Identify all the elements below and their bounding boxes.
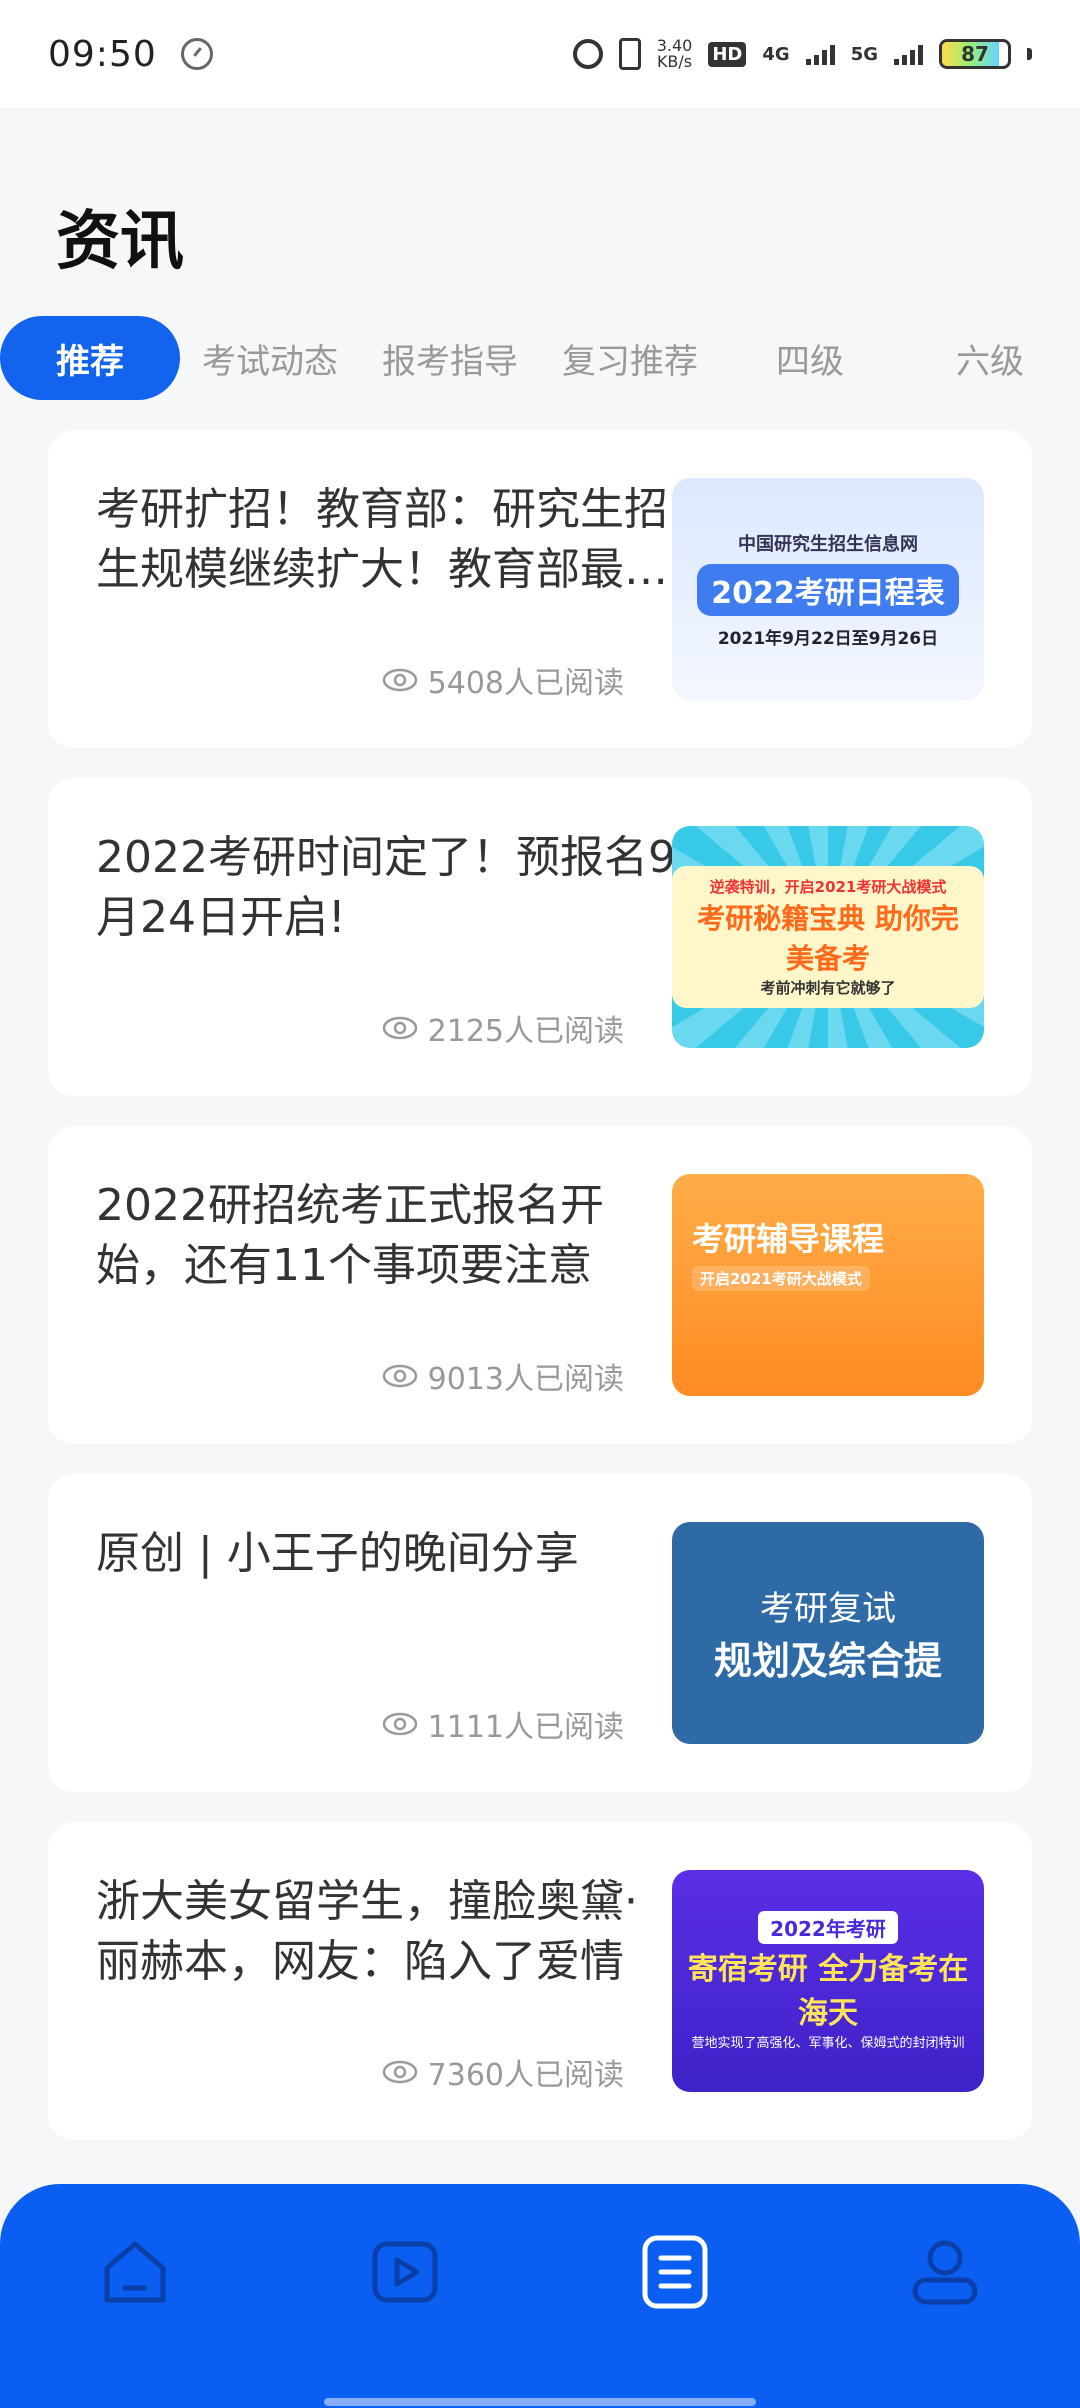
tab-exam-news[interactable]: 考试动态	[180, 316, 360, 400]
signal-bars-icon	[894, 43, 923, 65]
article-thumbnail: 2022年考研 寄宿考研 全力备考在海天 营地实现了高强化、军事化、保姆式的封闭…	[672, 1870, 984, 2092]
thumbnail-caption: 2022年考研	[758, 1911, 898, 1944]
news-icon	[642, 2235, 708, 2309]
article-views: 7360人已阅读	[382, 2050, 624, 2094]
thumbnail-subtext: 考前冲刺有它就够了	[760, 979, 896, 997]
article-views: 1111人已阅读	[382, 1702, 624, 1746]
thumbnail-headline: 2022考研日程表	[697, 563, 959, 616]
eye-icon	[382, 1712, 417, 1736]
thumbnail-headline: 考研辅导课程	[692, 1220, 885, 1258]
eye-icon	[382, 1364, 417, 1388]
article-views: 5408人已阅读	[382, 658, 624, 702]
article-card[interactable]: 2022考研时间定了！预报名9月24日开启! 2125人已阅读 逆袭特训，开启2…	[48, 778, 1032, 1096]
signal-bars-icon	[805, 43, 835, 65]
thumbnail-subtext: 2021年9月22日至9月26日	[717, 628, 939, 649]
nav-video[interactable]	[365, 2232, 445, 2312]
tab-review-recommend[interactable]: 复习推荐	[540, 316, 720, 400]
article-views: 9013人已阅读	[382, 1354, 624, 1398]
network-4g-label: 4G	[762, 43, 790, 65]
vibrate-icon	[618, 38, 641, 70]
article-views-text: 7360人已阅读	[427, 2058, 624, 2093]
article-card[interactable]: 原创 | 小王子的晚间分享 1111人已阅读 考研复试 规划及综合提	[48, 1474, 1032, 1792]
article-views-text: 5408人已阅读	[427, 666, 624, 701]
article-views-text: 1111人已阅读	[427, 1710, 624, 1745]
article-title: 2022研招统考正式报名开始，还有11个事项要注意	[96, 1180, 604, 1291]
network-speed: 3.40 KB/s	[657, 38, 693, 70]
thumbnail-headline: 寄宿考研 全力备考在海天	[687, 1952, 969, 2031]
nav-profile[interactable]	[905, 2232, 985, 2312]
network-speed-unit: KB/s	[656, 52, 693, 71]
thumbnail-box: 逆袭特训，开启2021考研大战模式 考研秘籍宝典 助你完美备考 考前冲刺有它就够…	[672, 866, 984, 1008]
thumbnail-headline: 考研秘籍宝典 助你完美备考	[697, 902, 959, 975]
thumbnail-subtext: 营地实现了高强化、军事化、保姆式的封闭特训	[691, 2036, 965, 2051]
nav-home[interactable]	[95, 2232, 175, 2312]
thumbnail-caption: 逆袭特训，开启2021考研大战模式	[709, 878, 947, 896]
article-card[interactable]: 浙大美女留学生，撞脸奥黛·丽赫本，网友：陷入了爱情 7360人已阅读 2022年…	[48, 1822, 1032, 2140]
article-views-text: 2125人已阅读	[427, 1014, 624, 1049]
thumbnail-caption: 考研复试	[760, 1589, 896, 1629]
battery-icon: 87	[939, 39, 1011, 69]
article-thumbnail: 中国研究生招生信息网 2022考研日程表 2021年9月22日至9月26日	[672, 478, 984, 700]
category-tabs: 推荐 考试动态 报考指导 复习推荐 四级 六级	[0, 316, 1080, 400]
alarm-icon	[572, 39, 603, 69]
eye-icon	[382, 668, 417, 692]
article-title: 2022考研时间定了！预报名9月24日开启!	[96, 832, 676, 943]
video-icon	[372, 2241, 438, 2303]
thumbnail-caption: 开启2021考研大战模式	[692, 1266, 870, 1291]
tab-cet6[interactable]: 六级	[900, 316, 1080, 400]
tab-recommend[interactable]: 推荐	[0, 316, 180, 400]
article-thumbnail: 考研复试 规划及综合提	[672, 1522, 984, 1744]
thumbnail-headline: 规划及综合提	[713, 1639, 942, 1683]
eye-icon	[382, 2060, 417, 2084]
status-bar: 09:50 3.40 KB/s HD 4G 5G 87	[0, 0, 1080, 108]
article-title: 原创 | 小王子的晚间分享	[96, 1528, 579, 1579]
status-left: 09:50	[48, 34, 213, 75]
timer-icon	[180, 38, 213, 70]
article-thumbnail: 考研辅导课程 开启2021考研大战模式	[672, 1174, 984, 1396]
page-title: 资讯	[56, 205, 184, 279]
article-title: 考研扩招！教育部：研究生招生规模继续扩大！教育部最新通知	[96, 484, 668, 595]
article-views: 2125人已阅读	[382, 1006, 624, 1050]
article-card[interactable]: 考研扩招！教育部：研究生招生规模继续扩大！教育部最新通知 5408人已阅读 中国…	[48, 430, 1032, 748]
profile-icon	[912, 2240, 978, 2305]
battery-percent: 87	[961, 42, 989, 66]
network-5g-label: 5G	[850, 43, 878, 65]
tab-application-guide[interactable]: 报考指导	[360, 316, 540, 400]
home-indicator[interactable]	[324, 2398, 756, 2406]
article-card[interactable]: 2022研招统考正式报名开始，还有11个事项要注意 9013人已阅读 考研辅导课…	[48, 1126, 1032, 1444]
status-time: 09:50	[48, 33, 157, 75]
hd-badge: HD	[708, 41, 747, 67]
battery-cap	[1027, 48, 1032, 60]
tab-cet4[interactable]: 四级	[720, 316, 900, 400]
nav-news[interactable]	[635, 2232, 715, 2312]
home-icon	[104, 2241, 166, 2303]
bottom-navigation	[0, 2184, 1080, 2408]
thumbnail-caption: 中国研究生招生信息网	[738, 533, 918, 555]
article-title: 浙大美女留学生，撞脸奥黛·丽赫本，网友：陷入了爱情	[96, 1876, 638, 1987]
article-views-text: 9013人已阅读	[427, 1362, 624, 1397]
status-right: 3.40 KB/s HD 4G 5G 87	[572, 38, 1032, 70]
eye-icon	[382, 1016, 417, 1040]
article-thumbnail: 逆袭特训，开启2021考研大战模式 考研秘籍宝典 助你完美备考 考前冲刺有它就够…	[672, 826, 984, 1048]
